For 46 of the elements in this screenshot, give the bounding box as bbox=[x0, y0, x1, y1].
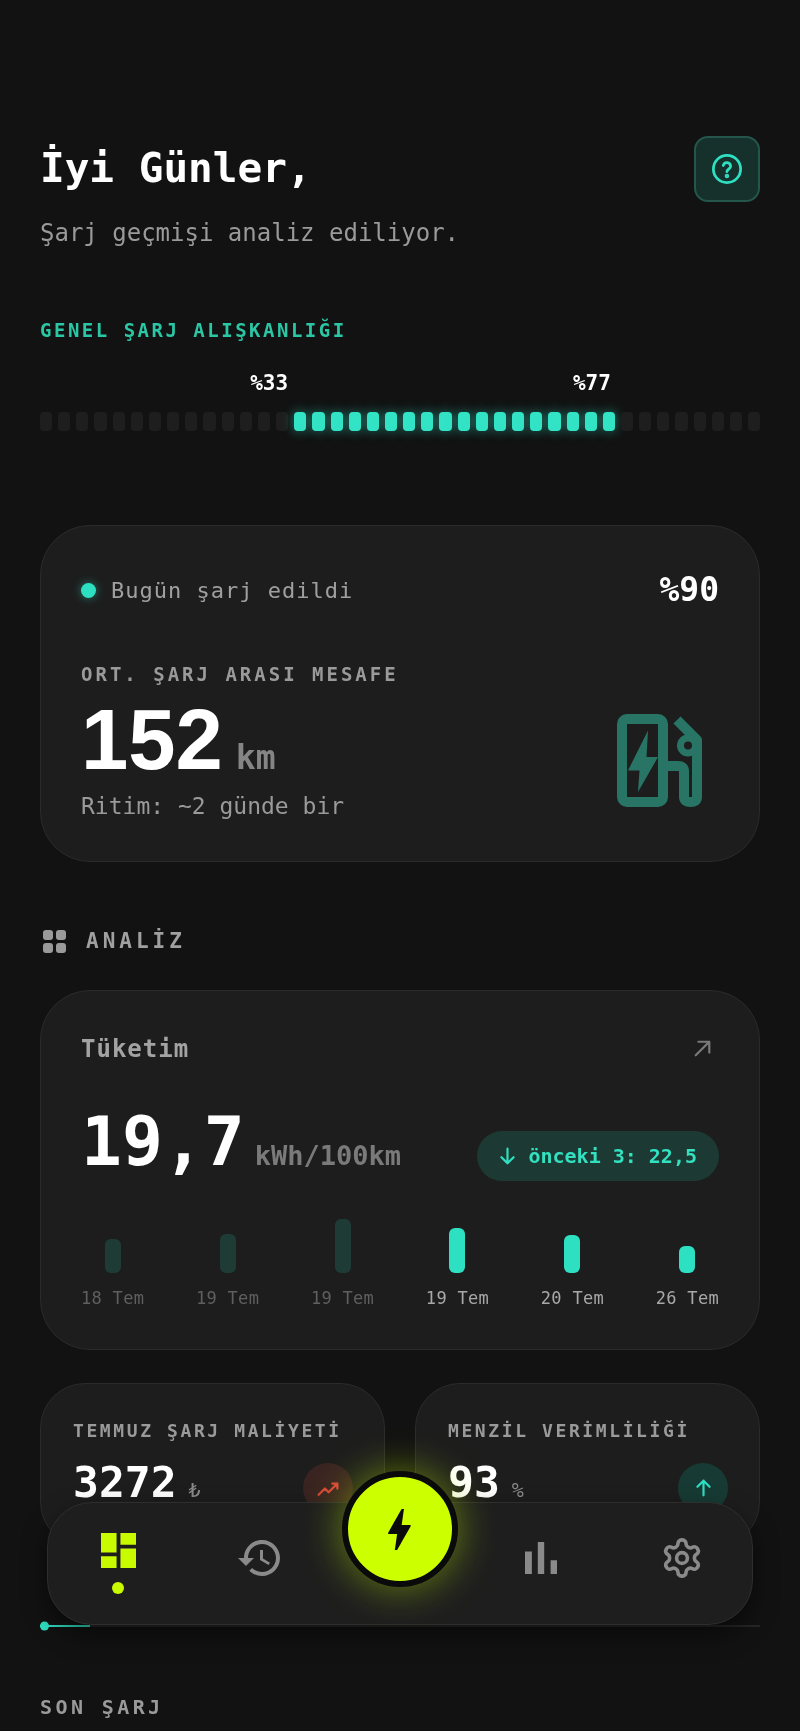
distance-unit: km bbox=[235, 737, 276, 779]
date-label: 18 Tem bbox=[81, 1287, 145, 1309]
consumption-value: 19,7 bbox=[81, 1107, 245, 1176]
greeting-title: İyi Günler, bbox=[40, 144, 312, 194]
settings-tab[interactable] bbox=[662, 1538, 701, 1578]
arrow-up-right-icon[interactable] bbox=[693, 1039, 712, 1058]
metric-label: ORT. ŞARJ ARASI MESAFE bbox=[81, 662, 399, 686]
help-button[interactable] bbox=[694, 136, 760, 202]
subtitle: Şarj geçmişi analiz ediliyor. bbox=[40, 218, 461, 249]
battery-percent: %90 bbox=[659, 569, 719, 612]
grid-icon bbox=[43, 930, 66, 953]
section-title: ANALİZ bbox=[86, 927, 186, 955]
ev-charger-icon bbox=[617, 713, 702, 807]
help-icon bbox=[712, 154, 742, 184]
range-start-label: %33 bbox=[250, 371, 289, 395]
range-end-label: %77 bbox=[572, 371, 611, 395]
date-label: 19 Tem bbox=[425, 1287, 490, 1309]
stat-unit: ₺ bbox=[188, 1480, 201, 1500]
card-title: Tüketim bbox=[81, 1033, 190, 1065]
stat-title: MENZİL VERİMLİLİĞİ bbox=[448, 1419, 691, 1443]
statistics-tab[interactable] bbox=[524, 1542, 557, 1574]
history-icon bbox=[238, 1540, 281, 1576]
history-tab[interactable] bbox=[238, 1540, 281, 1576]
stat-unit: % bbox=[511, 1480, 524, 1500]
comparison-text: önceki 3: 22,5 bbox=[528, 1143, 697, 1170]
lightning-icon bbox=[388, 1508, 412, 1550]
trending-up-icon bbox=[317, 1480, 339, 1496]
section-title: SON ŞARJ bbox=[40, 1694, 165, 1720]
date-label: 20 Tem bbox=[540, 1287, 605, 1309]
stat-value: 93 bbox=[448, 1465, 500, 1499]
bar-chart-icon bbox=[524, 1542, 557, 1574]
date-label: 26 Tem bbox=[655, 1287, 719, 1309]
date-label: 19 Tem bbox=[310, 1287, 375, 1309]
dashboard-icon bbox=[100, 1533, 136, 1568]
section-title: GENEL ŞARJ ALIŞKANLIĞI bbox=[40, 318, 348, 342]
arrow-down-icon bbox=[499, 1146, 517, 1166]
date-label: 19 Tem bbox=[195, 1287, 260, 1309]
consumption-unit: kWh/100km bbox=[254, 1138, 402, 1173]
stat-value: 3272 bbox=[73, 1465, 177, 1499]
settings-icon bbox=[662, 1538, 701, 1578]
stat-title: TEMMUZ ŞARJ MALİYETİ bbox=[73, 1419, 343, 1443]
distance-value: 152 bbox=[81, 697, 223, 782]
status-label: Bugün şarj edildi bbox=[111, 576, 354, 605]
rhythm-text: Ritim: ~2 günde bir bbox=[81, 791, 346, 821]
arrow-up-icon bbox=[694, 1478, 712, 1498]
dashboard-tab[interactable] bbox=[100, 1533, 136, 1594]
